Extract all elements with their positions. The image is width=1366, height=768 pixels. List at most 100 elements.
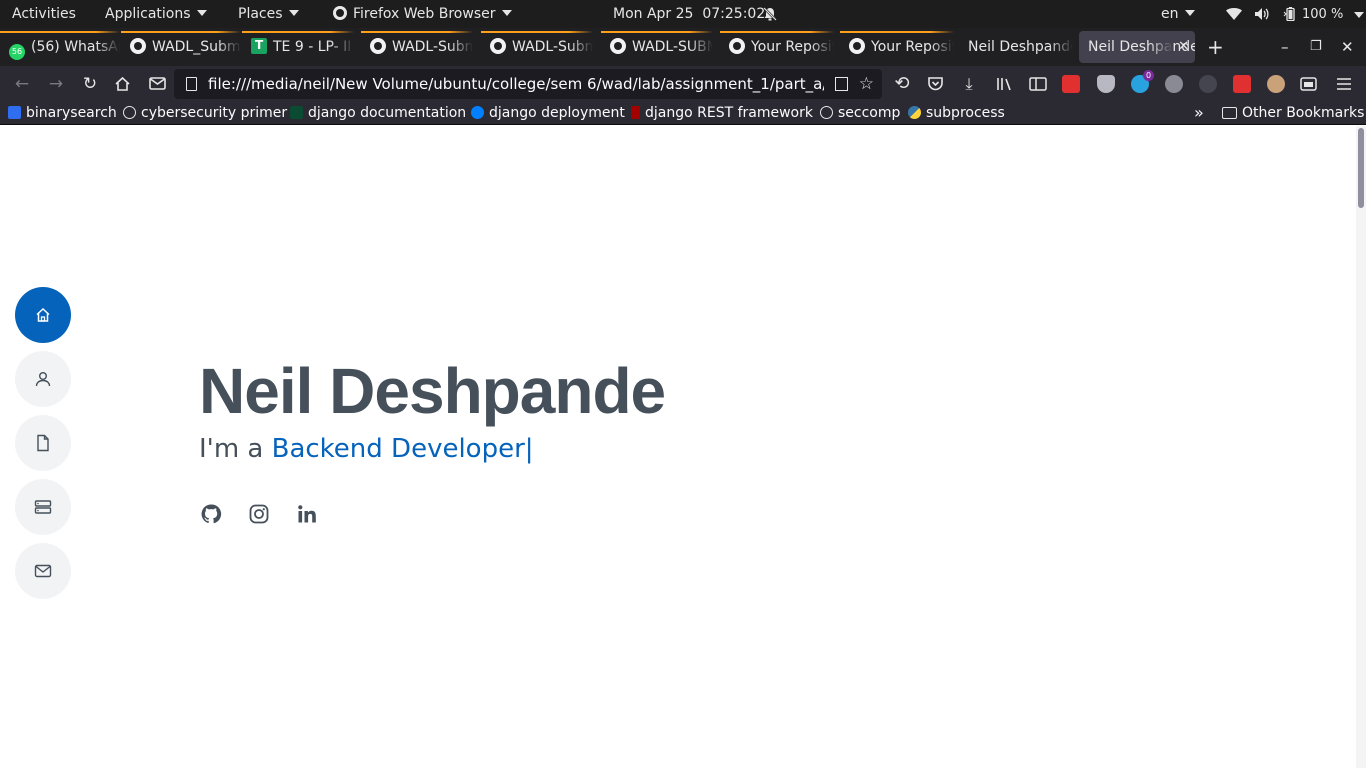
- tab-neil[interactable]: Neil Deshpande: [959, 31, 1073, 63]
- envelope-icon: [34, 564, 52, 578]
- bookmark-django-rest-framework[interactable]: django REST framework: [631, 102, 813, 124]
- page-scrollbar[interactable]: [1356, 126, 1366, 768]
- close-window-button[interactable]: ✕: [1341, 28, 1354, 66]
- reload-button[interactable]: ↻: [78, 72, 102, 96]
- extension-face-icon[interactable]: [1267, 75, 1285, 93]
- downloads-icon[interactable]: ⤓: [957, 72, 981, 96]
- bookmark-subprocess[interactable]: subprocess: [908, 102, 1005, 124]
- github-link[interactable]: [199, 502, 223, 526]
- nav-contact-button[interactable]: [15, 543, 71, 599]
- clock-label: Mon Apr 25 07:25:02: [613, 6, 766, 22]
- github-icon: [729, 38, 745, 54]
- tab-neil-active[interactable]: Neil Deshpande ✕: [1079, 31, 1195, 63]
- page-icon: [186, 77, 197, 91]
- wifi-icon: [1226, 8, 1242, 20]
- notifications-off-icon: [763, 7, 777, 21]
- whatsapp-icon: 56: [9, 44, 25, 60]
- bookmark-django-deployment[interactable]: django deployment: [471, 102, 625, 124]
- system-top-bar: Activities Applications Places Firefox W…: [0, 0, 1366, 28]
- tab-whatsapp[interactable]: 56(56) WhatsApp: [0, 31, 120, 63]
- scrollbar-thumb[interactable]: [1358, 128, 1364, 208]
- tab-sheet[interactable]: TE 9 - LP- II: [242, 31, 354, 63]
- places-menu[interactable]: Places: [238, 0, 299, 28]
- navigation-toolbar: ← → ↻ file:///media/neil/New Volume/ubun…: [0, 66, 1366, 102]
- chevron-down-icon: [196, 10, 207, 16]
- library-icon[interactable]: [996, 76, 1012, 92]
- applications-label: Applications: [105, 6, 191, 22]
- github-icon: [201, 504, 222, 524]
- close-tab-icon[interactable]: ✕: [1178, 31, 1189, 63]
- shield-extension-icon[interactable]: [1097, 75, 1115, 93]
- tab-github[interactable]: Your Repositories: [840, 31, 954, 63]
- home-icon[interactable]: [114, 76, 131, 92]
- globe-icon: [820, 106, 833, 119]
- other-bookmarks-folder[interactable]: Other Bookmarks: [1222, 102, 1364, 124]
- url-text[interactable]: file:///media/neil/New Volume/ubuntu/col…: [208, 69, 824, 99]
- github-icon: [849, 38, 865, 54]
- language-label: en: [1161, 6, 1179, 22]
- battery-icon: [1283, 7, 1295, 21]
- forward-button[interactable]: →: [44, 72, 68, 96]
- extension-dark-icon[interactable]: [1199, 75, 1217, 93]
- sidebar-icon[interactable]: [1029, 77, 1047, 91]
- tab-github[interactable]: WADL_Submission: [121, 31, 241, 63]
- bookmark-cybersecurity-primer[interactable]: cybersecurity primer: [123, 102, 287, 124]
- document-icon: [37, 434, 49, 452]
- github-icon: [370, 38, 386, 54]
- bookmarks-toolbar: binarysearch cybersecurity primer django…: [0, 102, 1366, 125]
- containers-icon[interactable]: [1300, 76, 1317, 92]
- tab-github[interactable]: WADL-Submission: [481, 31, 593, 63]
- minimize-button[interactable]: –: [1281, 28, 1289, 66]
- applications-menu[interactable]: Applications: [105, 0, 207, 28]
- system-menu-chevron-icon[interactable]: [1354, 12, 1364, 18]
- digitalocean-icon: [471, 106, 484, 119]
- folder-icon: [1222, 107, 1237, 119]
- history-icon[interactable]: ⟲: [890, 72, 914, 96]
- new-tab-button[interactable]: +: [1207, 28, 1224, 66]
- bookmark-binarysearch[interactable]: binarysearch: [8, 102, 117, 124]
- app-menu-label: Firefox Web Browser: [353, 6, 496, 22]
- python-icon: [908, 106, 921, 119]
- language-selector[interactable]: en: [1161, 0, 1195, 28]
- address-bar[interactable]: file:///media/neil/New Volume/ubuntu/col…: [174, 69, 882, 99]
- page-viewport: Neil Deshpande I'm a Backend Developer|: [0, 126, 1356, 768]
- nav-services-button[interactable]: [15, 479, 71, 535]
- nav-home-button[interactable]: [15, 287, 71, 343]
- linkedin-icon: [298, 505, 316, 523]
- tab-github[interactable]: WADL-SUBMISSION: [601, 31, 713, 63]
- extension-s-icon[interactable]: [1062, 75, 1080, 93]
- back-button[interactable]: ←: [10, 72, 34, 96]
- app-menu[interactable]: Firefox Web Browser: [333, 0, 512, 28]
- chevron-down-icon: [1184, 10, 1195, 16]
- bookmark-django-documentation[interactable]: django documentation: [290, 102, 466, 124]
- extension-red-icon[interactable]: [1233, 75, 1251, 93]
- bookmark-seccomp[interactable]: seccomp: [820, 102, 900, 124]
- activities-button[interactable]: Activities: [12, 0, 76, 28]
- binarysearch-icon: [8, 106, 21, 119]
- sheets-icon: [251, 37, 267, 54]
- restore-button[interactable]: ❐: [1310, 28, 1322, 66]
- home-icon: [36, 307, 50, 322]
- nav-about-button[interactable]: [15, 351, 71, 407]
- mail-icon[interactable]: [149, 77, 166, 90]
- reader-view-icon[interactable]: [835, 77, 848, 91]
- tab-github[interactable]: WADL-Submission: [361, 31, 473, 63]
- bookmark-star-icon[interactable]: ☆: [859, 69, 874, 99]
- tab-github[interactable]: Your Repositories: [720, 31, 834, 63]
- clock[interactable]: Mon Apr 25 07:25:02: [613, 0, 765, 28]
- instagram-link[interactable]: [247, 502, 271, 526]
- django-icon: [290, 106, 303, 119]
- nav-resume-button[interactable]: [15, 415, 71, 471]
- hamburger-menu-icon[interactable]: [1336, 77, 1352, 91]
- extension-circle-icon[interactable]: [1165, 75, 1183, 93]
- volume-icon: [1255, 8, 1269, 20]
- linkedin-link[interactable]: [295, 502, 319, 526]
- chevron-down-icon: [501, 10, 512, 16]
- hero-prefix: I'm a: [199, 434, 272, 464]
- pocket-icon[interactable]: [927, 76, 944, 92]
- server-icon: [34, 500, 52, 514]
- firefox-icon: [333, 6, 347, 20]
- more-bookmarks-chevron-icon[interactable]: »: [1194, 102, 1204, 124]
- github-icon: [490, 38, 506, 54]
- drf-icon: [631, 106, 640, 119]
